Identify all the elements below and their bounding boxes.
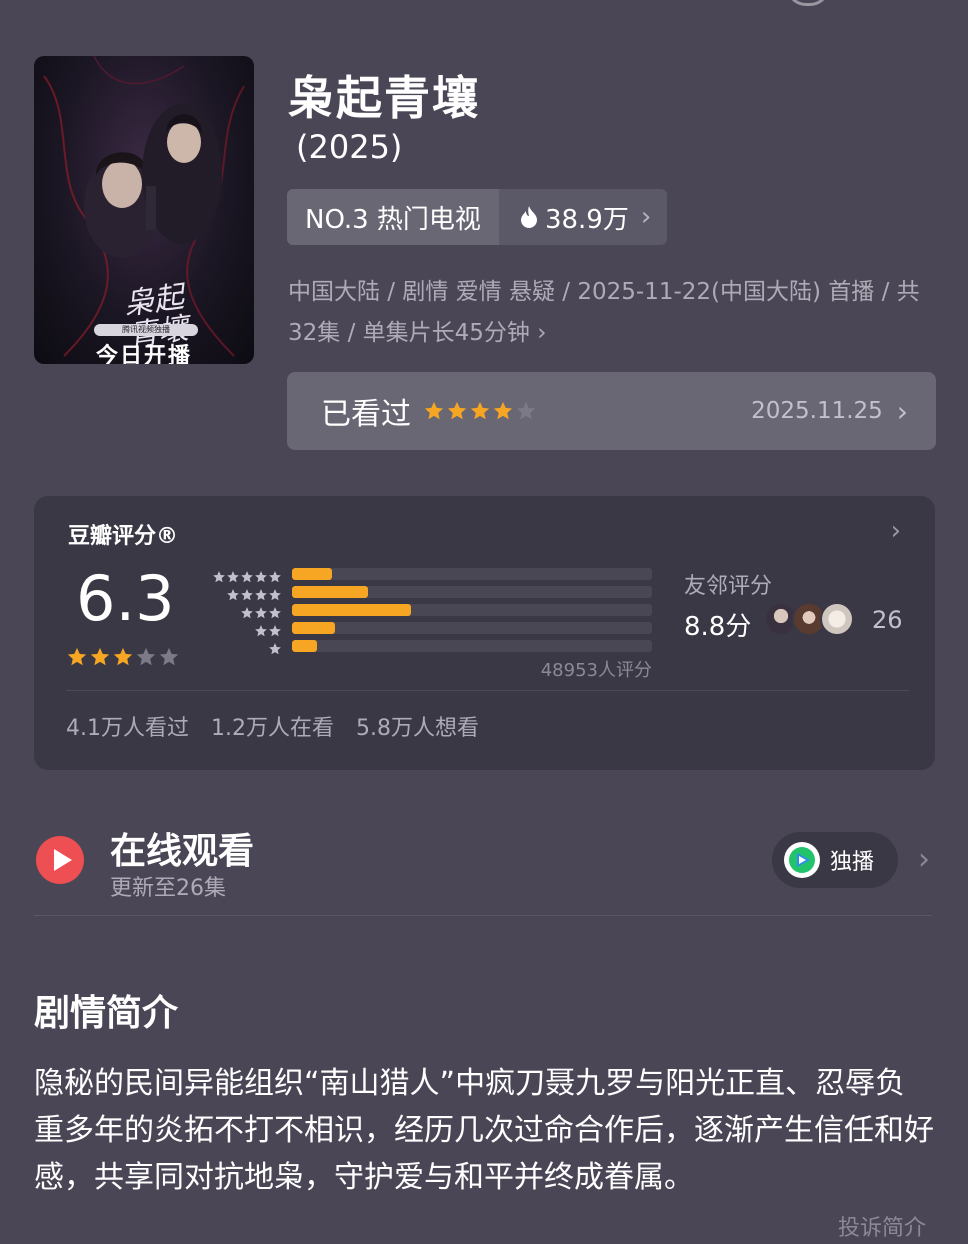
star-icon bbox=[113, 647, 133, 666]
poster-today-label: 今日开播 bbox=[95, 344, 192, 364]
star-icon bbox=[255, 589, 267, 601]
star-icon bbox=[241, 607, 253, 619]
distribution-bar bbox=[292, 604, 411, 616]
chevron-right-icon: › bbox=[537, 320, 547, 346]
distribution-bar-track bbox=[292, 604, 652, 616]
top-handle bbox=[786, 0, 830, 6]
star-icon bbox=[255, 607, 267, 619]
heat-button[interactable]: 38.9万 › bbox=[498, 189, 668, 245]
divider bbox=[66, 690, 909, 691]
distribution-bar-track bbox=[292, 586, 652, 598]
watched-status-bar[interactable]: 已看过 2025.11.25 › bbox=[287, 372, 936, 450]
friends-rating-label: 友邻评分 bbox=[684, 574, 773, 599]
exclusive-platform-button[interactable]: 独播 bbox=[772, 832, 898, 888]
watched-label: 已看过 bbox=[321, 397, 411, 432]
star-icon bbox=[269, 643, 281, 655]
rating-card[interactable]: 豆瓣评分® › 6.3 48953人评分 友邻评分 8.8分 26 4.1万人看… bbox=[34, 496, 935, 770]
distribution-star-label bbox=[204, 604, 282, 622]
star-icon bbox=[269, 571, 281, 583]
star-icon bbox=[424, 401, 444, 420]
watching-count[interactable]: 1.2万人在看 bbox=[211, 710, 334, 742]
online-watch-title[interactable]: 在线观看 bbox=[110, 822, 254, 874]
star-icon bbox=[493, 401, 513, 420]
avatar bbox=[820, 602, 854, 636]
vote-count: 48953人评分 bbox=[540, 660, 652, 681]
watched-date: 2025.11.25 bbox=[751, 398, 883, 424]
friends-count: 26 bbox=[872, 606, 903, 634]
synopsis-text: 隐秘的民间异能组织“南山猎人”中疯刀聂九罗与阳光正直、忍辱负重多年的炎拓不打不相… bbox=[34, 1066, 934, 1195]
star-icon bbox=[447, 401, 467, 420]
distribution-star-label bbox=[204, 568, 282, 586]
poster-banner: 腾讯视频独播 bbox=[94, 324, 198, 336]
distribution-star-labels bbox=[204, 568, 282, 658]
star-icon bbox=[159, 647, 179, 666]
star-icon bbox=[269, 625, 281, 637]
flame-icon bbox=[520, 206, 537, 228]
play-icon[interactable] bbox=[36, 836, 84, 884]
seen-count[interactable]: 4.1万人看过 bbox=[66, 710, 189, 742]
report-synopsis-link[interactable]: 投诉简介 bbox=[838, 1210, 926, 1242]
star-icon bbox=[241, 589, 253, 601]
release-year: (2025) bbox=[296, 128, 403, 166]
page-title: 枭起青壤 bbox=[288, 71, 480, 125]
star-icon bbox=[241, 571, 253, 583]
distribution-bar-track bbox=[292, 568, 652, 580]
star-icon bbox=[227, 571, 239, 583]
distribution-bar-track bbox=[292, 622, 652, 634]
star-icon bbox=[516, 401, 536, 420]
want-count[interactable]: 5.8万人想看 bbox=[356, 710, 479, 742]
distribution-star-label bbox=[204, 622, 282, 640]
friend-avatars[interactable] bbox=[764, 602, 854, 636]
star-icon bbox=[255, 571, 267, 583]
star-icon bbox=[213, 571, 225, 583]
distribution-bar bbox=[292, 640, 318, 652]
star-icon bbox=[67, 647, 87, 666]
chevron-right-icon: › bbox=[896, 394, 908, 428]
distribution-star-label bbox=[204, 586, 282, 604]
distribution-bar-track bbox=[292, 640, 652, 652]
poster-image[interactable]: 枭起青壤 腾讯视频独播 今日开播 bbox=[34, 56, 254, 364]
star-icon bbox=[227, 589, 239, 601]
rank-label: NO.3 热门电视 bbox=[287, 189, 499, 245]
tencent-video-icon bbox=[784, 842, 820, 878]
friends-rating-score: 8.8分 bbox=[684, 612, 752, 642]
show-meta[interactable]: 中国大陆 / 剧情 爱情 悬疑 / 2025-11-22(中国大陆) 首播 / … bbox=[288, 272, 938, 354]
star-icon bbox=[90, 647, 110, 666]
distribution-star-label bbox=[204, 640, 282, 658]
rating-score: 6.3 bbox=[76, 562, 175, 635]
rating-brand: 豆瓣评分® bbox=[68, 524, 179, 549]
episode-update: 更新至26集 bbox=[110, 876, 226, 901]
rating-distribution bbox=[292, 568, 652, 658]
user-rating-stars bbox=[423, 400, 537, 422]
distribution-bar bbox=[292, 586, 368, 598]
heat-value: 38.9万 bbox=[544, 204, 629, 235]
exclusive-label: 独播 bbox=[830, 850, 875, 875]
chevron-right-icon[interactable]: › bbox=[918, 842, 930, 877]
ranking-badge[interactable]: NO.3 热门电视 38.9万 › bbox=[287, 189, 668, 245]
divider bbox=[34, 915, 932, 916]
chevron-right-icon: › bbox=[640, 202, 652, 232]
star-icon bbox=[470, 401, 490, 420]
star-icon bbox=[269, 607, 281, 619]
audience-counts: 4.1万人看过 1.2万人在看 5.8万人想看 bbox=[66, 710, 479, 742]
distribution-bar bbox=[292, 622, 336, 634]
star-icon bbox=[136, 647, 156, 666]
synopsis-heading: 剧情简介 bbox=[34, 993, 179, 1034]
star-icon bbox=[255, 625, 267, 637]
meta-line-1: 中国大陆 / 剧情 爱情 悬疑 / 2025-11-22(中国大陆) 首播 / … bbox=[288, 279, 920, 305]
meta-line-2: 32集 / 单集片长45分钟 bbox=[288, 320, 530, 346]
distribution-bar bbox=[292, 568, 332, 580]
star-icon bbox=[269, 589, 281, 601]
rating-stars bbox=[66, 646, 180, 668]
chevron-right-icon[interactable]: › bbox=[891, 516, 901, 546]
